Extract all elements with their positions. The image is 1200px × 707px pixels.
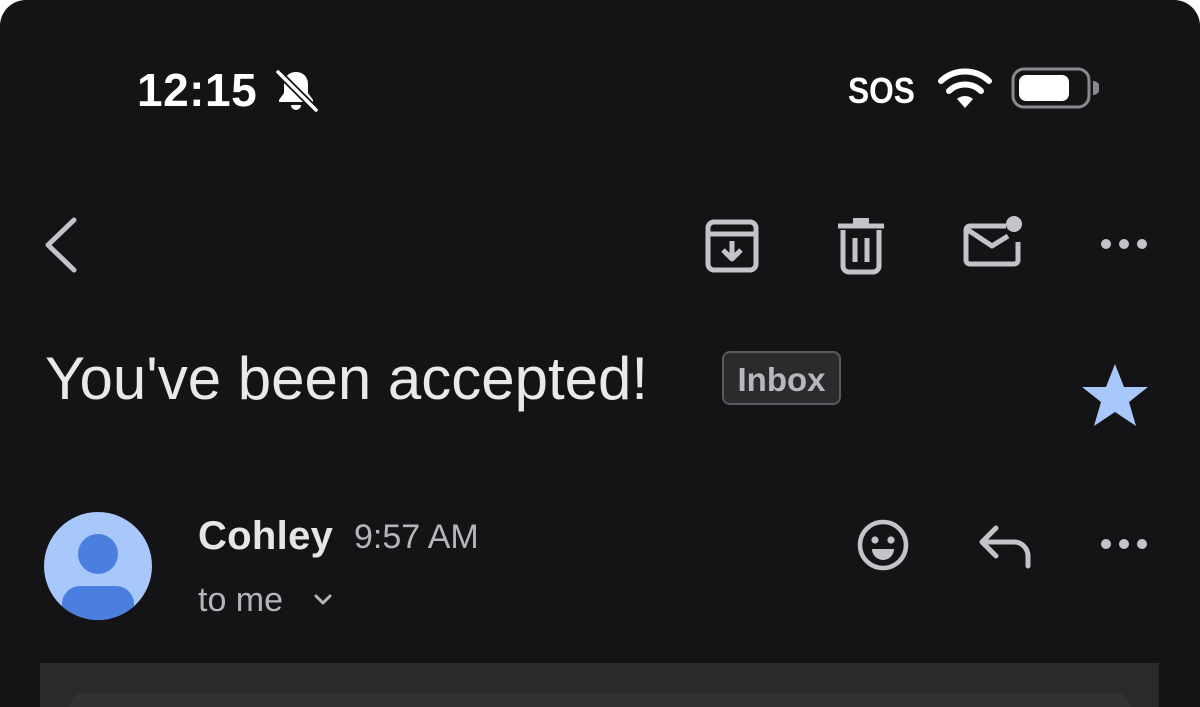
star-icon[interactable] (1080, 360, 1150, 430)
recipient-details[interactable]: to me (198, 578, 283, 622)
wifi-icon (938, 68, 992, 108)
sender-avatar[interactable] (44, 512, 152, 620)
email-body-content (70, 693, 1130, 707)
battery-icon (1011, 67, 1099, 109)
sent-time: 9:57 AM (354, 518, 479, 556)
email-body (40, 663, 1159, 707)
more-icon[interactable] (1096, 228, 1152, 260)
reply-icon[interactable] (976, 520, 1034, 570)
email-subject: You've been accepted! (45, 345, 649, 412)
add-reaction-icon[interactable] (856, 518, 910, 572)
carrier-sos: SOS (848, 70, 915, 111)
email-screen: 12:15 SOS You've been accepted! Inbox Co… (0, 0, 1200, 707)
archive-icon[interactable] (702, 216, 762, 276)
chevron-down-icon[interactable] (310, 586, 336, 612)
person-icon (62, 534, 134, 620)
mark-unread-icon[interactable] (960, 212, 1028, 274)
delete-icon[interactable] (832, 214, 890, 276)
inbox-label[interactable]: Inbox (722, 351, 841, 405)
sender-name[interactable]: Cohley (198, 512, 333, 560)
status-time: 12:15 (137, 64, 258, 116)
bell-slash-icon (275, 69, 319, 112)
more-options-icon[interactable] (1096, 528, 1152, 560)
back-icon[interactable] (36, 214, 84, 276)
